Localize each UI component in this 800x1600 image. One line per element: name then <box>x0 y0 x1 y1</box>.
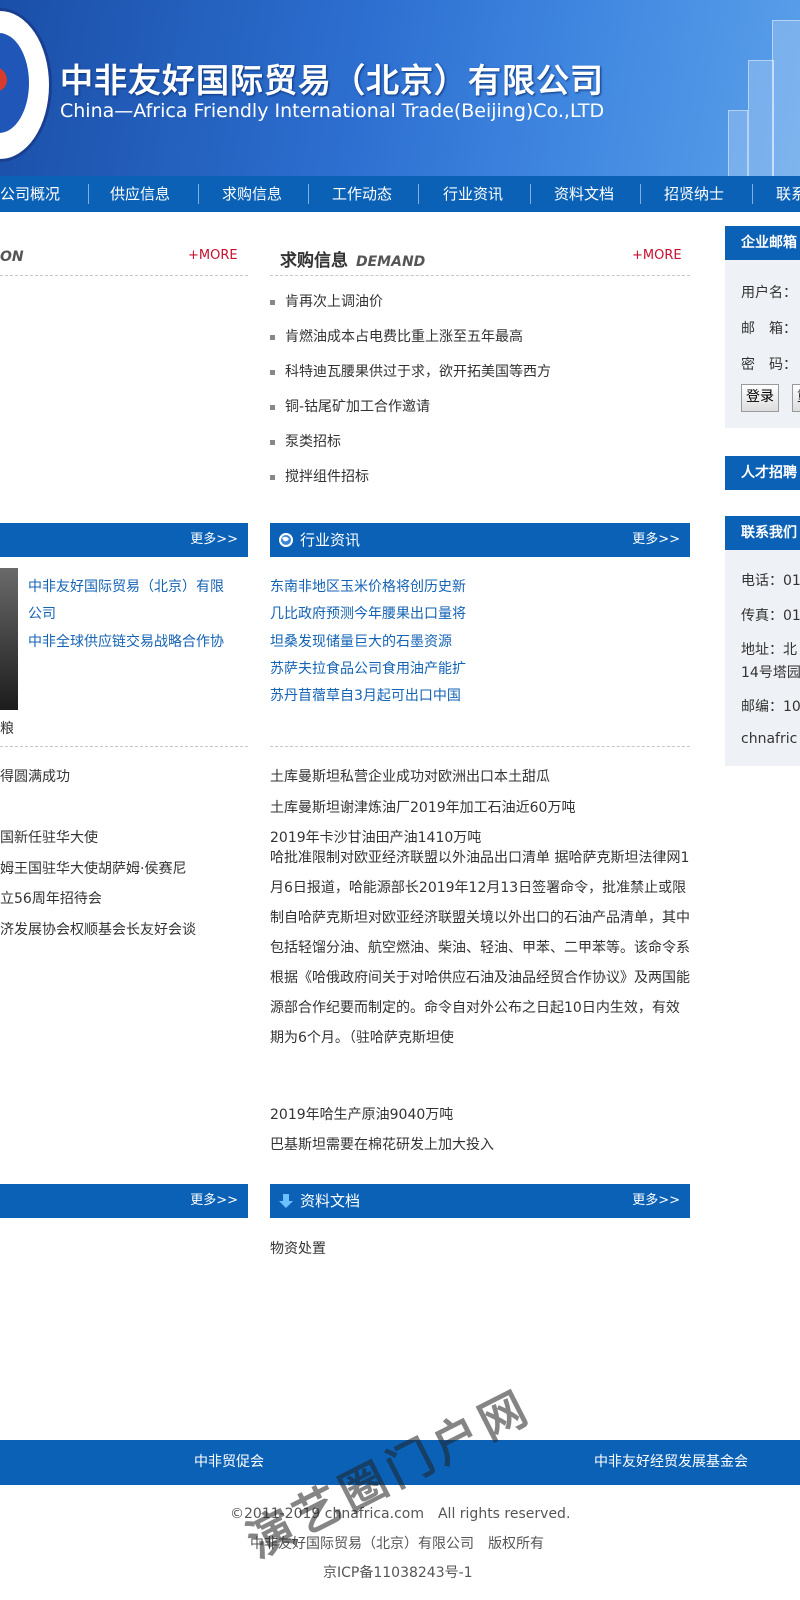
nav-divider <box>530 184 531 204</box>
industry-section-bar: 行业资讯 更多>> <box>270 523 690 557</box>
divider <box>0 746 248 747</box>
work-photo-link[interactable]: 中非友好国际贸易（北京）有限 <box>28 576 224 596</box>
photo-caption: 粮 <box>0 721 14 737</box>
industry-news-link[interactable]: 坦桑发现储量巨大的石墨资源 <box>270 631 452 651</box>
divider <box>0 275 248 276</box>
supply-more-link[interactable]: +MORE <box>188 248 238 263</box>
nav-item-supply[interactable]: 供应信息 <box>110 176 170 212</box>
nav-divider <box>308 184 309 204</box>
nav-divider <box>752 184 753 204</box>
nav-divider <box>88 184 89 204</box>
work-list-item[interactable]: 姆王国驻华大使胡萨姆·侯赛尼 <box>0 858 186 878</box>
nav-item-docs[interactable]: 资料文档 <box>554 176 614 212</box>
demand-list-item[interactable]: 搅拌组件招标 <box>270 466 369 486</box>
contact-bar: 联系我们 <box>725 516 800 550</box>
building-graphic <box>772 20 800 176</box>
password-label: 密 码： <box>741 357 797 373</box>
industry-list-item[interactable]: 土库曼斯坦谢津炼油厂2019年加工石油近60万吨 <box>270 797 575 817</box>
left-bottom-more-link[interactable]: 更多>> <box>190 1184 238 1218</box>
work-list-item[interactable]: 立56周年招待会 <box>0 888 102 908</box>
work-more-link[interactable]: 更多>> <box>190 523 238 557</box>
company-logo[interactable] <box>0 8 52 162</box>
demand-heading: 求购信息 DEMAND <box>280 251 426 271</box>
nav-divider <box>640 184 641 204</box>
industry-news-link[interactable]: 苏萨夫拉食品公司食用油产能扩 <box>270 658 466 678</box>
left-bottom-section-bar: 更多>> <box>0 1184 248 1218</box>
docs-title: 资料文档 <box>300 1192 361 1210</box>
industry-list-item[interactable]: 2019年哈生产原油9040万吨 <box>270 1104 453 1124</box>
contact-box: 电话：01 传真：01 地址：北 14号塔园 邮编：10 chnafric <box>725 550 800 766</box>
download-arrow-icon <box>279 1194 293 1208</box>
contact-fax: 传真：01 <box>741 608 800 624</box>
work-section-bar: 更多>> <box>0 523 248 557</box>
building-graphic <box>748 60 774 176</box>
building-graphic <box>728 110 748 176</box>
work-photo-link[interactable]: 中非全球供应链交易战略合作协 <box>28 631 224 651</box>
icp-license[interactable]: 京ICP备11038243号-1 <box>323 1562 473 1582</box>
demand-list-item[interactable]: 肯燃油成本占电费比重上涨至五年最高 <box>270 326 523 346</box>
docs-more-link[interactable]: 更多>> <box>632 1184 680 1218</box>
industry-title: 行业资讯 <box>300 531 361 549</box>
nav-item-contact[interactable]: 联系 <box>776 176 800 212</box>
contact-phone: 电话：01 <box>741 573 800 589</box>
work-photo-link[interactable]: 公司 <box>28 603 56 623</box>
news-photo[interactable] <box>0 568 18 710</box>
industry-article-text[interactable]: 哈批准限制对欧亚经济联盟以外油品出口清单 据哈萨克斯坦法律网1月6日报道，哈能源… <box>270 843 690 1053</box>
industry-news-link[interactable]: 东南非地区玉米价格将创历史新 <box>270 576 466 596</box>
work-list-item[interactable]: 济发展协会权顺基会长友好会谈 <box>0 919 196 939</box>
company-title-cn: 中非友好国际贸易（北京）有限公司 <box>60 61 604 100</box>
contact-address: 地址：北 <box>741 642 797 658</box>
mail-login-box: 用户名： 邮 箱： 密 码： 登录 重 <box>725 260 800 428</box>
footer-link-cafpc[interactable]: 中非贸促会 <box>194 1440 264 1485</box>
industry-news-link[interactable]: 几比政府预测今年腰果出口量将 <box>270 603 466 623</box>
divider <box>270 275 690 276</box>
docs-list-item[interactable]: 物资处置 <box>270 1238 326 1258</box>
reset-button[interactable]: 重 <box>792 384 800 412</box>
nav-item-industry[interactable]: 行业资讯 <box>443 176 503 212</box>
company-title-en: China—Africa Friendly International Trad… <box>60 100 605 122</box>
main-nav: 公司概况 供应信息 求购信息 工作动态 行业资讯 资料文档 招贤纳士 联系 <box>0 176 800 212</box>
contact-address: 14号塔园 <box>741 665 800 681</box>
demand-list-item[interactable]: 泵类招标 <box>270 431 341 451</box>
footer-link-foundation[interactable]: 中非友好经贸发展基金会 <box>594 1440 748 1485</box>
industry-list-item[interactable]: 巴基斯坦需要在棉花研发上加大投入 <box>270 1134 494 1154</box>
industry-list-item[interactable]: 土库曼斯坦私营企业成功对欧洲出口本土甜瓜 <box>270 766 550 786</box>
nav-divider <box>198 184 199 204</box>
demand-list-item[interactable]: 肯再次上调油价 <box>270 291 383 311</box>
work-list-item[interactable]: 国新任驻华大使 <box>0 827 98 847</box>
mail-login-bar: 企业邮箱 <box>725 226 800 260</box>
nav-item-demand[interactable]: 求购信息 <box>222 176 282 212</box>
nav-item-about[interactable]: 公司概况 <box>0 176 60 212</box>
docs-section-bar: 资料文档 更多>> <box>270 1184 690 1218</box>
industry-more-link[interactable]: 更多>> <box>632 523 680 557</box>
supply-heading: ON <box>0 249 24 265</box>
talent-bar[interactable]: 人才招聘 <box>725 456 800 490</box>
demand-more-link[interactable]: +MORE <box>632 248 682 263</box>
nav-item-work[interactable]: 工作动态 <box>332 176 392 212</box>
globe-icon <box>279 533 293 547</box>
username-label: 用户名： <box>741 285 797 301</box>
login-button[interactable]: 登录 <box>741 384 779 412</box>
contact-postcode: 邮编：10 <box>741 699 800 715</box>
industry-news-link[interactable]: 苏丹苜蓿草自3月起可出口中国 <box>270 685 461 705</box>
contact-email: chnafric <box>741 731 798 747</box>
site-header: 中非友好国际贸易（北京）有限公司 China—Africa Friendly I… <box>0 0 800 176</box>
divider <box>270 746 690 747</box>
nav-item-careers[interactable]: 招贤纳士 <box>664 176 724 212</box>
demand-list-item[interactable]: 铜-钴尾矿加工合作邀请 <box>270 396 430 416</box>
demand-list-item[interactable]: 科特迪瓦腰果供过于求，欲开拓美国等西方 <box>270 361 551 381</box>
nav-divider <box>418 184 419 204</box>
mailbox-label: 邮 箱： <box>741 321 797 337</box>
work-list-item[interactable]: 得圆满成功 <box>0 766 70 786</box>
